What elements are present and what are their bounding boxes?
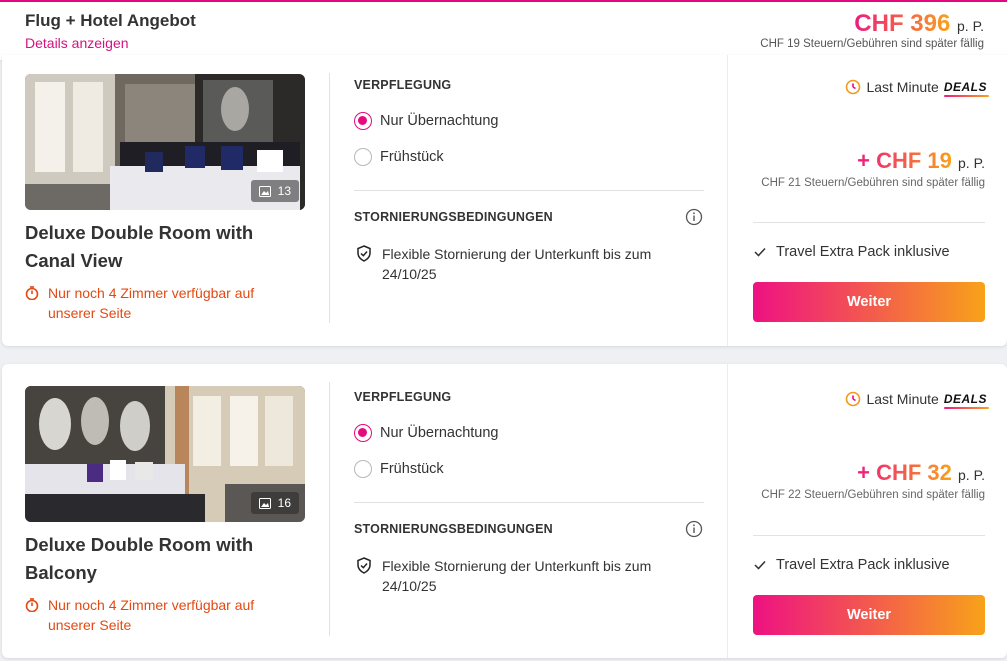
availability-notice: Nur noch 4 Zimmer verfügbar auf unserer … [25, 283, 285, 323]
room-photo[interactable]: 16 [25, 386, 305, 522]
radio-unselected[interactable] [354, 460, 372, 478]
price-panel: Last Minute DEALS + CHF 19 p. P. CHF 21 … [727, 55, 1007, 346]
room-name: Deluxe Double Room with Canal View [25, 222, 254, 271]
last-minute-label: Last Minute [866, 79, 939, 95]
extra-pack-label: Travel Extra Pack inklusive [776, 557, 950, 573]
addon-price-amount: + CHF 32 [857, 460, 952, 485]
price-panel: Last Minute DEALS + CHF 32 p. P. CHF 22 … [727, 364, 1007, 658]
divider [354, 190, 704, 191]
clock-icon [846, 391, 861, 407]
cancellation-label: STORNIERUNGSBEDINGUNGEN [354, 210, 553, 224]
room-card: 16 Deluxe Double Room with Balcony Nur n… [2, 364, 1007, 658]
last-minute-badge: Last Minute DEALS [845, 79, 990, 97]
divider [753, 535, 985, 536]
divider [354, 502, 704, 503]
cancellation-text: Flexible Stornierung der Unterkunft bis … [382, 558, 652, 594]
clock-icon [846, 79, 861, 95]
room-name: Deluxe Double Room with Balcony [25, 534, 254, 583]
timer-icon [25, 598, 39, 612]
addon-taxes-note: CHF 21 Steuern/Gebühren sind später fäll… [761, 177, 985, 189]
per-person-label: p. P. [958, 155, 985, 171]
room-card: 13 Deluxe Double Room with Canal View Nu… [2, 55, 1007, 346]
board-option-room-only[interactable]: Nur Übernachtung [354, 112, 499, 130]
addon-price: + CHF 19 p. P. [857, 148, 985, 174]
board-option-label: Nur Übernachtung [380, 113, 499, 129]
board-option-breakfast[interactable]: Frühstück [354, 148, 444, 166]
check-icon [754, 247, 766, 257]
continue-button[interactable]: Weiter [753, 595, 985, 635]
photo-count-badge[interactable]: 13 [250, 180, 299, 202]
extra-pack-label: Travel Extra Pack inklusive [776, 244, 950, 260]
taxes-note: CHF 19 Steuern/Gebühren sind später fäll… [760, 38, 984, 50]
availability-notice: Nur noch 4 Zimmer verfügbar auf unserer … [25, 595, 285, 635]
divider [329, 73, 330, 323]
cancellation-policy: Flexible Stornierung der Unterkunft bis … [356, 556, 686, 596]
photo-count: 13 [277, 184, 291, 198]
gallery-icon [258, 185, 271, 197]
check-icon [754, 560, 766, 570]
deals-logo: DEALS [943, 392, 990, 409]
divider [753, 222, 985, 223]
timer-icon [25, 286, 39, 300]
per-person-label: p. P. [958, 467, 985, 483]
availability-text: Nur noch 4 Zimmer verfügbar auf unserer … [48, 285, 255, 321]
addon-price: + CHF 32 p. P. [857, 460, 985, 486]
room-photo[interactable]: 13 [25, 74, 305, 210]
board-label: VERPFLEGUNG [354, 78, 452, 92]
last-minute-badge: Last Minute DEALS [845, 391, 990, 409]
board-label: VERPFLEGUNG [354, 390, 452, 404]
photo-count: 16 [277, 496, 291, 510]
radio-unselected[interactable] [354, 148, 372, 166]
availability-text: Nur noch 4 Zimmer verfügbar auf unserer … [48, 597, 255, 633]
offer-title: Flug + Hotel Angebot [25, 11, 196, 30]
total-price-amount: CHF 396 [854, 10, 951, 37]
info-icon[interactable] [685, 520, 703, 538]
info-icon[interactable] [685, 208, 703, 226]
total-price: CHF 396 p. P. [854, 10, 984, 38]
cancellation-text: Flexible Stornierung der Unterkunft bis … [382, 246, 652, 282]
details-link[interactable]: Details anzeigen [25, 35, 129, 51]
divider [329, 382, 330, 636]
addon-price-amount: + CHF 19 [857, 148, 952, 173]
extra-pack: Travel Extra Pack inklusive [754, 244, 950, 260]
radio-selected[interactable] [354, 112, 372, 130]
cancellation-policy: Flexible Stornierung der Unterkunft bis … [356, 244, 686, 284]
photo-count-badge[interactable]: 16 [250, 492, 299, 514]
last-minute-label: Last Minute [866, 391, 939, 407]
shield-check-icon [357, 245, 371, 262]
gallery-icon [258, 497, 271, 509]
addon-taxes-note: CHF 22 Steuern/Gebühren sind später fäll… [761, 489, 985, 501]
radio-selected[interactable] [354, 424, 372, 442]
deals-logo: DEALS [943, 80, 990, 97]
board-option-room-only[interactable]: Nur Übernachtung [354, 424, 499, 442]
cancellation-label: STORNIERUNGSBEDINGUNGEN [354, 522, 553, 536]
board-option-label: Frühstück [380, 461, 444, 477]
shield-check-icon [357, 557, 371, 574]
extra-pack: Travel Extra Pack inklusive [754, 557, 950, 573]
board-option-label: Frühstück [380, 149, 444, 165]
offer-header: Flug + Hotel Angebot Details anzeigen CH… [0, 2, 1007, 60]
board-option-breakfast[interactable]: Frühstück [354, 460, 444, 478]
per-person-label: p. P. [957, 18, 984, 34]
board-option-label: Nur Übernachtung [380, 425, 499, 441]
continue-button[interactable]: Weiter [753, 282, 985, 322]
